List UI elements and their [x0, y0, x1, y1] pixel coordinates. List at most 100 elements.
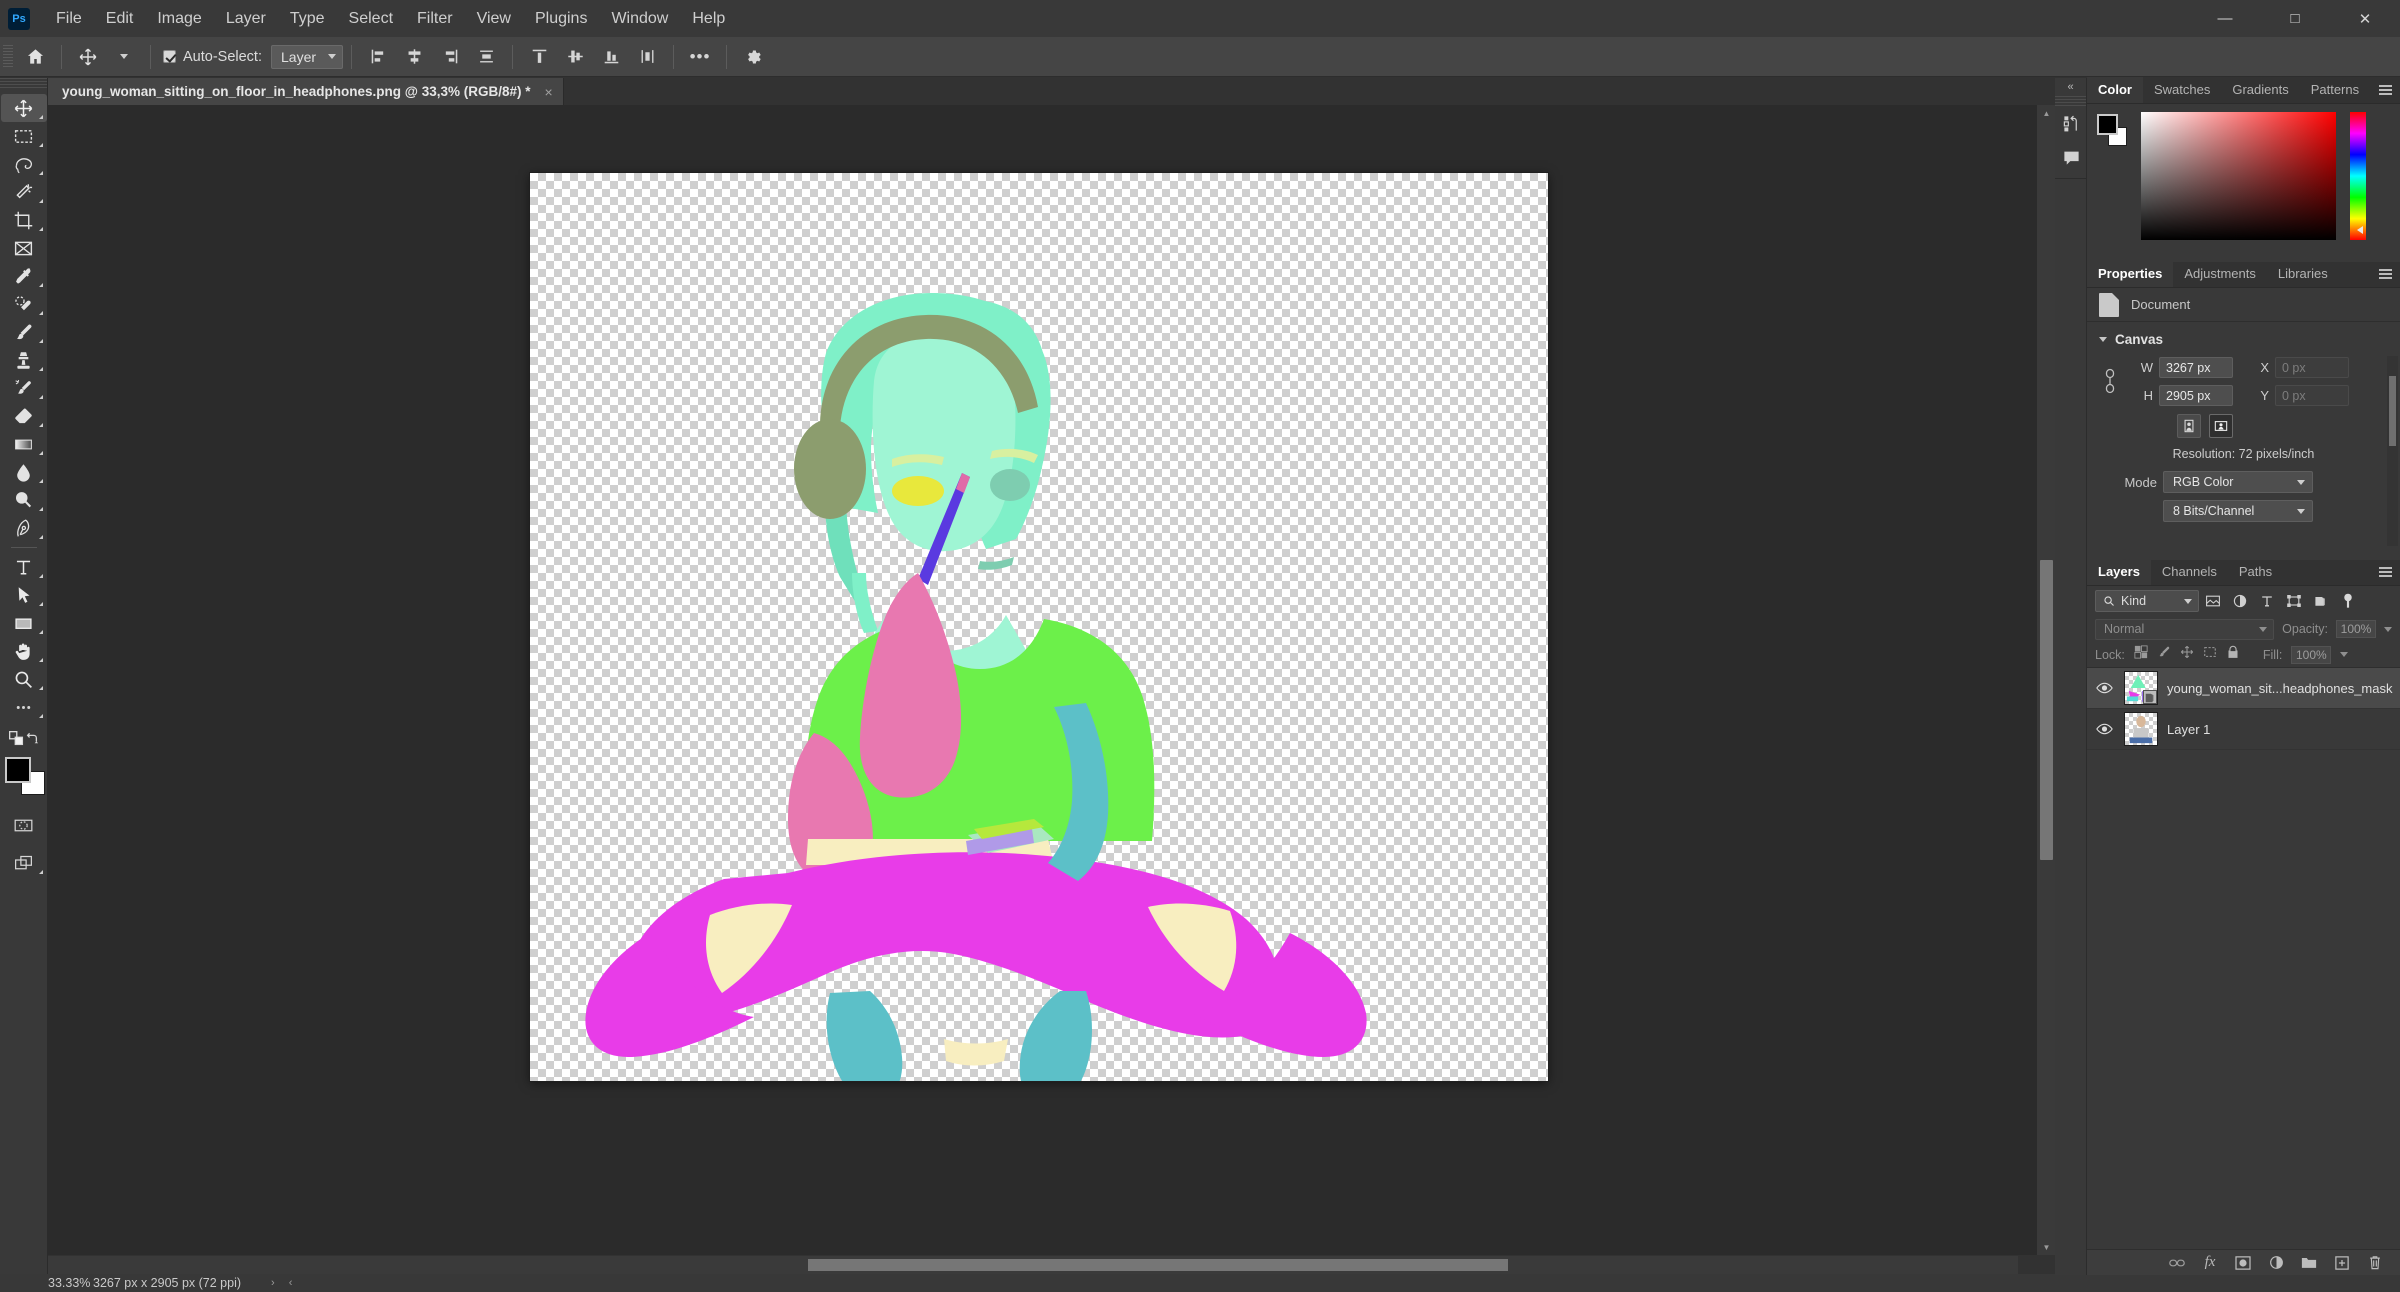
- lock-position-icon[interactable]: [2180, 645, 2194, 664]
- tab-gradients[interactable]: Gradients: [2221, 77, 2299, 103]
- panel-menu-icon[interactable]: [2379, 269, 2392, 279]
- align-bottom-edges-button[interactable]: [593, 41, 629, 73]
- screen-mode-icon[interactable]: [1, 849, 47, 877]
- auto-select-checkbox[interactable]: [163, 50, 176, 63]
- menu-item-type[interactable]: Type: [278, 5, 337, 33]
- layer-visibility-eye-icon[interactable]: [2093, 682, 2115, 694]
- gradient-tool[interactable]: [1, 430, 47, 458]
- smart-object-filter-icon[interactable]: [2307, 588, 2334, 614]
- canvas-horizontal-scrollbar[interactable]: [48, 1256, 2018, 1274]
- horizontal-scroll-thumb[interactable]: [808, 1259, 1508, 1271]
- tab-libraries[interactable]: Libraries: [2267, 261, 2339, 287]
- lock-artboard-icon[interactable]: [2203, 645, 2217, 664]
- crop-tool[interactable]: [1, 206, 47, 234]
- rectangular-marquee-tool[interactable]: [1, 122, 47, 150]
- color-mode-dropdown[interactable]: RGB Color: [2163, 471, 2313, 493]
- new-layer-icon[interactable]: [2333, 1254, 2351, 1272]
- align-top-edges-button[interactable]: [521, 41, 557, 73]
- menu-item-image[interactable]: Image: [145, 5, 213, 33]
- new-group-icon[interactable]: [2300, 1254, 2318, 1272]
- status-expand-arrow[interactable]: ›: [241, 1277, 275, 1289]
- menu-item-window[interactable]: Window: [599, 5, 680, 33]
- height-input[interactable]: 2905 px: [2159, 385, 2233, 406]
- clone-stamp-tool[interactable]: [1, 346, 47, 374]
- new-adjustment-layer-icon[interactable]: [2267, 1254, 2285, 1272]
- width-input[interactable]: 3267 px: [2159, 357, 2233, 378]
- close-button[interactable]: ✕: [2330, 0, 2400, 37]
- auto-select-scope-dropdown[interactable]: Layer: [271, 44, 344, 69]
- hand-tool[interactable]: [1, 637, 47, 665]
- tab-layers[interactable]: Layers: [2087, 559, 2151, 585]
- frame-tool[interactable]: [1, 234, 47, 262]
- panel-menu-icon[interactable]: [2379, 85, 2392, 95]
- eyedropper-tool[interactable]: [1, 262, 47, 290]
- magic-wand-tool[interactable]: [1, 178, 47, 206]
- menu-item-view[interactable]: View: [465, 5, 523, 33]
- pixel-filter-icon[interactable]: [2199, 588, 2226, 614]
- zoom-tool[interactable]: [1, 665, 47, 693]
- dodge-tool[interactable]: [1, 486, 47, 514]
- type-filter-icon[interactable]: [2253, 588, 2280, 614]
- tab-properties[interactable]: Properties: [2087, 261, 2174, 287]
- align-horizontal-centers-button[interactable]: [396, 41, 432, 73]
- tool-preset-chevron-icon[interactable]: [106, 41, 142, 73]
- layer-thumbnail[interactable]: [2124, 671, 2158, 705]
- more-options-button[interactable]: •••: [682, 41, 718, 73]
- rectangle-tool[interactable]: [1, 609, 47, 637]
- menu-item-edit[interactable]: Edit: [94, 5, 146, 33]
- status-collapse-arrow[interactable]: ‹: [275, 1277, 293, 1289]
- home-icon[interactable]: [17, 41, 53, 73]
- canvas-vertical-scrollbar[interactable]: ▲ ▼: [2036, 105, 2055, 1255]
- menu-item-select[interactable]: Select: [337, 5, 405, 33]
- maximize-button[interactable]: □: [2260, 0, 2330, 37]
- color-panel-swatches[interactable]: [2097, 114, 2127, 148]
- canvas-area[interactable]: [48, 105, 2050, 1255]
- saturation-value-field[interactable]: [2141, 112, 2336, 240]
- menu-item-filter[interactable]: Filter: [405, 5, 465, 33]
- menu-item-help[interactable]: Help: [680, 5, 737, 33]
- y-input[interactable]: 0 px: [2275, 385, 2349, 406]
- layer-visibility-eye-icon[interactable]: [2093, 723, 2115, 735]
- tab-patterns[interactable]: Patterns: [2300, 77, 2370, 103]
- tab-color[interactable]: Color: [2087, 77, 2143, 103]
- vertical-scroll-thumb[interactable]: [2040, 560, 2053, 860]
- swap-colors-icon[interactable]: [25, 731, 39, 750]
- document-tab[interactable]: young_woman_sitting_on_floor_in_headphon…: [48, 78, 564, 105]
- quick-mask-icon[interactable]: [1, 811, 47, 839]
- artboard[interactable]: [530, 173, 1548, 1081]
- edit-toolbar-button[interactable]: [1, 693, 47, 721]
- bit-depth-dropdown[interactable]: 8 Bits/Channel: [2163, 500, 2313, 522]
- layer-name[interactable]: Layer 1: [2167, 722, 2210, 737]
- lock-all-icon[interactable]: [2226, 645, 2240, 664]
- lock-transparent-pixels-icon[interactable]: [2134, 645, 2148, 664]
- menu-item-plugins[interactable]: Plugins: [523, 5, 599, 33]
- link-layers-icon[interactable]: [2168, 1254, 2186, 1272]
- rail-grip[interactable]: [2055, 96, 2086, 106]
- add-layer-mask-icon[interactable]: [2234, 1254, 2252, 1272]
- brush-tool[interactable]: [1, 318, 47, 346]
- layer-name[interactable]: young_woman_sit...headphones_mask: [2167, 681, 2392, 696]
- eraser-tool[interactable]: [1, 402, 47, 430]
- blend-mode-dropdown[interactable]: Normal: [2095, 618, 2275, 640]
- tab-channels[interactable]: Channels: [2151, 559, 2228, 585]
- blur-tool[interactable]: [1, 458, 47, 486]
- layer-filter-kind-dropdown[interactable]: Kind: [2095, 590, 2199, 612]
- options-bar-grip[interactable]: [3, 44, 13, 69]
- portrait-orientation-button[interactable]: [2177, 414, 2201, 438]
- fill-chevron-icon[interactable]: [2340, 652, 2349, 657]
- delete-layer-icon[interactable]: [2366, 1254, 2384, 1272]
- color-swatches[interactable]: [3, 757, 45, 797]
- menu-item-layer[interactable]: Layer: [214, 5, 278, 33]
- menu-item-file[interactable]: File: [44, 5, 94, 33]
- gear-icon[interactable]: [735, 41, 771, 73]
- collapse-panels-button[interactable]: «: [2055, 78, 2086, 96]
- distribute-horizontal-button[interactable]: [468, 41, 504, 73]
- lock-image-pixels-icon[interactable]: [2157, 645, 2171, 664]
- history-icon[interactable]: [2055, 106, 2087, 140]
- shape-filter-icon[interactable]: [2280, 588, 2307, 614]
- tab-adjustments[interactable]: Adjustments: [2173, 261, 2267, 287]
- opacity-chevron-icon[interactable]: [2384, 626, 2392, 632]
- properties-scrollbar[interactable]: [2387, 356, 2398, 546]
- x-input[interactable]: 0 px: [2275, 357, 2349, 378]
- hue-slider[interactable]: [2350, 112, 2366, 240]
